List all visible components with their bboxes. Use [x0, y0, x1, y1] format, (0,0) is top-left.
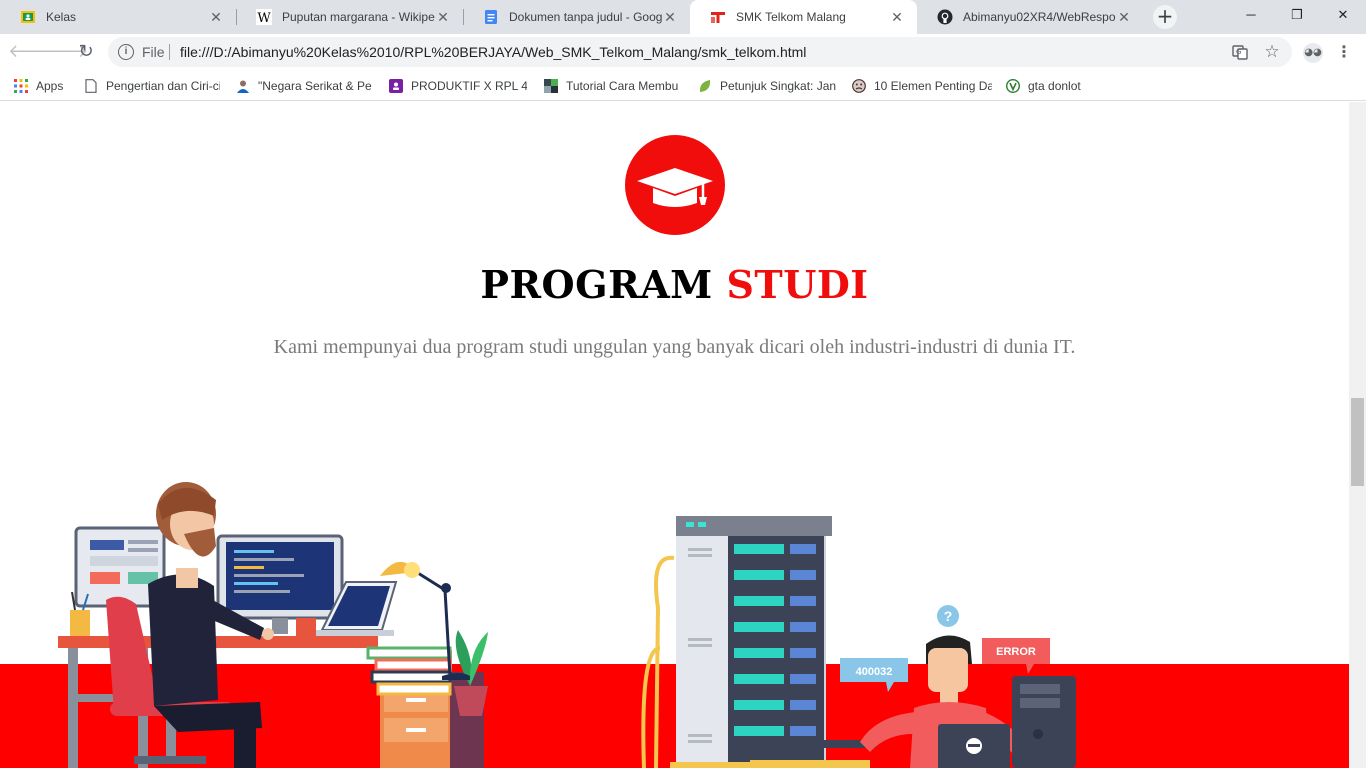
- developer-at-desk-illustration: [58, 482, 488, 768]
- v-icon: [1006, 79, 1020, 93]
- address-bar[interactable]: i File file:///D:/Abimanyu%20Kelas%2010/…: [108, 37, 1292, 67]
- scheme-label: File: [142, 44, 165, 60]
- bookmark-produktif[interactable]: PRODUKTIF X RPL 4 -: [389, 76, 527, 96]
- tab-title: Kelas: [46, 10, 77, 24]
- tab-strip: Kelas ✕ W Puputan margarana - Wikipedia …: [0, 0, 1366, 34]
- code-bubble-text: 400032: [856, 666, 893, 678]
- bookmark-negara-serikat[interactable]: "Negara Serikat & Pe: [236, 76, 372, 96]
- telkom-icon: [710, 9, 726, 25]
- close-icon[interactable]: ✕: [208, 9, 224, 25]
- svg-text:G: G: [1236, 48, 1241, 56]
- bookmark-label: PRODUKTIF X RPL 4 -: [411, 79, 527, 93]
- restore-button[interactable]: ❐: [1274, 0, 1320, 30]
- close-icon[interactable]: ✕: [662, 9, 678, 25]
- menu-kebab-icon[interactable]: ⋮: [1336, 42, 1352, 62]
- apps-grid-icon: [14, 79, 28, 93]
- pc-tower-illustration: [1012, 676, 1076, 768]
- tab-github[interactable]: Abimanyu02XR4/WebResponsive ✕: [917, 0, 1144, 34]
- bookmark-pengertian[interactable]: Pengertian dan Ciri-ciri: [84, 76, 220, 96]
- svg-text:W: W: [257, 11, 271, 25]
- tab-title: Abimanyu02XR4/WebResponsive: [963, 10, 1116, 24]
- close-icon[interactable]: ✕: [1116, 9, 1132, 25]
- tab-title: Puputan margarana - Wikipedia: [282, 10, 435, 24]
- close-icon[interactable]: ✕: [435, 9, 451, 25]
- bookmark-label: Tutorial Cara Membu: [566, 79, 679, 93]
- close-icon[interactable]: ✕: [889, 9, 905, 25]
- wikipedia-icon: W: [256, 9, 272, 25]
- google-docs-icon: [483, 9, 499, 25]
- tab-kelas[interactable]: Kelas ✕: [0, 0, 236, 34]
- bookmark-label: gta donlot: [1028, 79, 1081, 93]
- github-icon: [937, 9, 953, 25]
- graduation-cap-icon: [625, 135, 725, 235]
- site-icon: [544, 79, 558, 93]
- tab-title: SMK Telkom Malang: [736, 10, 846, 24]
- new-tab-button[interactable]: +: [1153, 5, 1177, 29]
- bookmark-label: "Negara Serikat & Pe: [258, 79, 372, 93]
- info-icon[interactable]: i: [118, 44, 134, 60]
- bookmark-tutorial[interactable]: Tutorial Cara Membu: [544, 76, 682, 96]
- question-mark-text: ?: [944, 608, 953, 624]
- scrollbar-thumb[interactable]: [1351, 398, 1364, 486]
- translate-icon[interactable]: G: [1232, 44, 1248, 60]
- user-icon: [237, 80, 249, 93]
- bookmark-petunjuk[interactable]: Petunjuk Singkat: Jan: [698, 76, 838, 96]
- page-title: PROGRAM STUDI: [0, 262, 1349, 307]
- page-viewport: PROGRAM STUDI Kami mempunyai dua program…: [0, 102, 1349, 768]
- profile-avatar[interactable]: ◕◕: [1303, 43, 1323, 63]
- bookmark-10-elemen[interactable]: 10 Elemen Penting Da: [852, 76, 992, 96]
- browser-toolbar: 🡐 🡒 ↻ i File file:///D:/Abimanyu%20Kelas…: [0, 34, 1366, 70]
- bookmark-label: Petunjuk Singkat: Jan: [720, 79, 837, 93]
- tab-wikipedia[interactable]: W Puputan margarana - Wikipedia ✕: [236, 0, 463, 34]
- tab-title: Dokumen tanpa judul - Google Dokumen: [509, 10, 662, 24]
- error-bubble-text: ERROR: [996, 646, 1036, 658]
- url-text[interactable]: file:///D:/Abimanyu%20Kelas%2010/RPL%20B…: [180, 44, 806, 60]
- bookmark-star-icon[interactable]: ☆: [1264, 43, 1280, 60]
- bookmark-label: Pengertian dan Ciri-ciri: [106, 79, 220, 93]
- bookmark-label: Apps: [36, 79, 64, 93]
- reload-button[interactable]: ↻: [72, 38, 100, 66]
- face-icon: [852, 79, 866, 93]
- bookmark-label: 10 Elemen Penting Da: [874, 79, 992, 93]
- tab-smk-telkom[interactable]: SMK Telkom Malang ✕: [690, 0, 917, 34]
- classroom-icon: [389, 79, 403, 93]
- address-divider: [169, 44, 170, 60]
- back-button[interactable]: 🡐: [8, 38, 56, 66]
- bookmarks-bar: Apps Pengertian dan Ciri-ciri "Negara Se…: [0, 70, 1366, 101]
- classroom-icon: [20, 9, 36, 25]
- leaf-icon: [699, 80, 711, 92]
- page-subtitle: Kami mempunyai dua program studi unggula…: [273, 336, 1076, 358]
- title-accent: STUDI: [726, 262, 869, 307]
- forward-button[interactable]: 🡒: [40, 38, 88, 66]
- bookmark-apps[interactable]: Apps: [14, 76, 74, 96]
- title-main: PROGRAM: [480, 262, 713, 307]
- minimize-button[interactable]: ─: [1228, 0, 1274, 30]
- bookmark-gta-donlot[interactable]: gta donlot: [1006, 76, 1106, 96]
- close-window-button[interactable]: ✕: [1320, 0, 1366, 30]
- document-icon: [85, 79, 97, 93]
- tab-google-docs[interactable]: Dokumen tanpa judul - Google Dokumen ✕: [463, 0, 690, 34]
